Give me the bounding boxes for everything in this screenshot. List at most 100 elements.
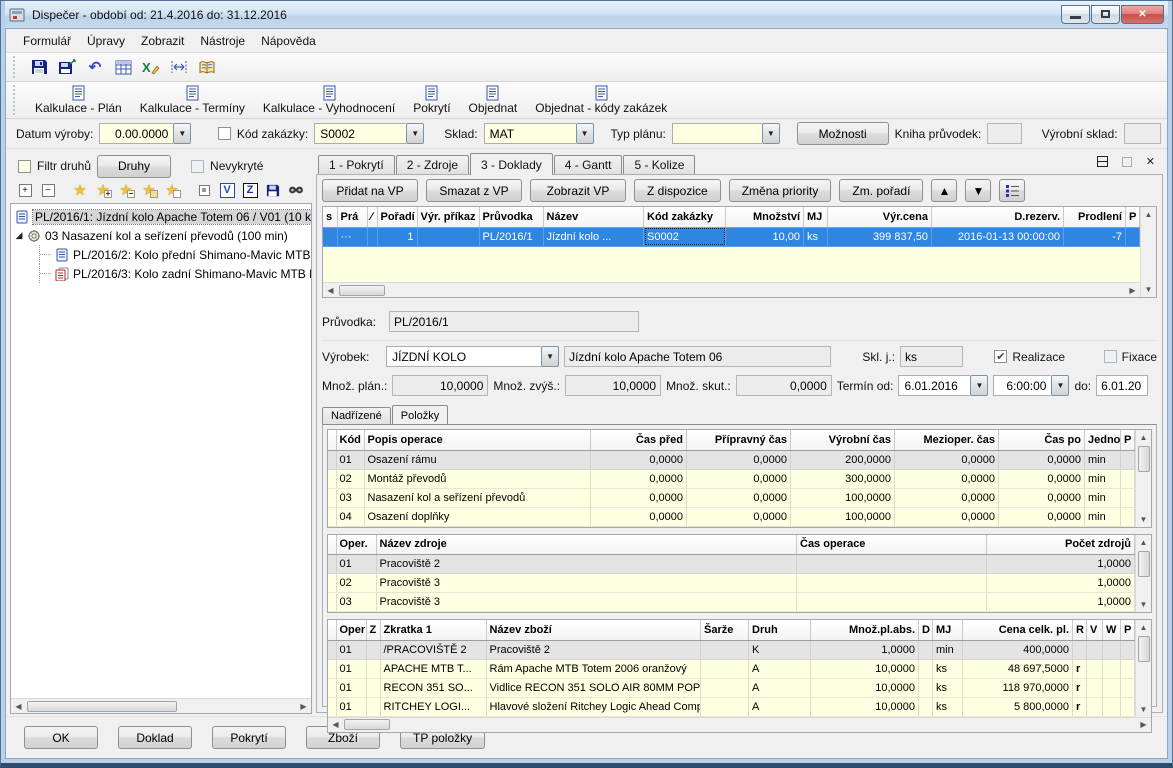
operations-vscroll[interactable]: ▲ ▼ (1135, 430, 1151, 527)
column-header[interactable]: Pořadí (377, 207, 417, 227)
vyrobek-name-field[interactable]: Jízdní kolo Apache Totem 06 (564, 346, 831, 367)
smazat-z-vp-button[interactable]: Smazat z VP (426, 179, 522, 202)
kniha-pruvodek-field[interactable] (987, 123, 1021, 144)
v-filter-icon[interactable]: V (218, 182, 236, 199)
column-header[interactable]: Výr.cena (828, 207, 932, 227)
scroll-right-icon[interactable]: ▶ (1136, 718, 1151, 732)
move-down-button[interactable]: ▼ (965, 179, 991, 202)
menu-zobrazit[interactable]: Zobrazit (134, 31, 191, 51)
zobrazit-vp-button[interactable]: Zobrazit VP (530, 179, 626, 202)
column-header[interactable]: Druh (749, 620, 811, 640)
druhy-button[interactable]: Druhy (97, 155, 171, 178)
column-header[interactable]: MJ (804, 207, 828, 227)
fixace-checkbox[interactable] (1104, 350, 1117, 363)
undo-icon[interactable]: ↶ (83, 56, 107, 78)
documents-grid-hscroll[interactable]: ◀ ▶ (323, 282, 1140, 297)
column-header[interactable]: Přípravný čas (687, 430, 791, 450)
kod-zakazky-checkbox[interactable] (218, 127, 231, 140)
moznosti-button[interactable]: Možnosti (797, 122, 889, 145)
vyrobek-code[interactable]: JÍZDNÍ KOLO (386, 346, 541, 367)
tree-item-operation-03[interactable]: ◢ 03 Nasazení kol a seřízení převodů (10… (13, 226, 309, 245)
menu-formular[interactable]: Formulář (16, 31, 78, 51)
scrollbar-thumb[interactable] (1138, 446, 1150, 472)
chevron-down-icon[interactable]: ▼ (173, 123, 191, 144)
save-as-icon[interactable] (55, 56, 79, 78)
list-button[interactable] (999, 179, 1025, 202)
tab-pokryti[interactable]: 1 - Pokrytí (318, 155, 395, 175)
scrollbar-thumb[interactable] (1138, 636, 1150, 662)
maximize-button[interactable] (1091, 5, 1120, 24)
column-header[interactable] (328, 430, 336, 450)
materials-vscroll[interactable]: ▲ ▼ (1135, 620, 1151, 717)
table-row[interactable]: 04Osazení doplňky0,00000,0000100,00000,0… (328, 507, 1135, 526)
column-header[interactable]: Mezioper. čas (895, 430, 999, 450)
table-row[interactable]: 01RITCHEY LOGI...Hlavové složení Ritchey… (328, 697, 1135, 716)
tab-doklady[interactable]: 3 - Doklady (470, 153, 553, 175)
scroll-left-icon[interactable]: ◀ (323, 283, 338, 297)
column-header[interactable]: Výrobní čas (791, 430, 895, 450)
table-row[interactable]: 03Nasazení kol a seřízení převodů0,00000… (328, 488, 1135, 507)
nevykryte-checkbox[interactable] (191, 160, 204, 173)
tab-gantt[interactable]: 4 - Gantt (554, 155, 623, 175)
column-header[interactable]: Průvodka (479, 207, 543, 227)
mnoz-zvys-field[interactable]: 10,0000 (565, 375, 661, 396)
panel-restore-icon[interactable] (1097, 156, 1108, 167)
tree-horizontal-scrollbar[interactable]: ◀ ▶ (11, 698, 311, 713)
pokryti-button[interactable]: Pokrytí (407, 83, 456, 117)
table-row[interactable]: ···1PL/2016/1Jízdní kolo ...S000210,00ks… (323, 227, 1140, 246)
column-header[interactable]: Název zdroje (376, 535, 797, 555)
skl-j-field[interactable]: ks (900, 346, 963, 367)
column-header[interactable]: Jedno (1085, 430, 1121, 450)
star-open-icon[interactable]: ★ (140, 182, 158, 199)
tree-item-pl-2016-2[interactable]: PL/2016/2: Kolo přední Shimano-Mavic MTB… (13, 245, 309, 264)
objednat-button[interactable]: Objednat (463, 83, 524, 117)
kalkulace-plan-button[interactable]: Kalkulace - Plán (29, 83, 128, 117)
column-header[interactable]: Název zboží (486, 620, 701, 640)
title-bar[interactable]: Dispečer - období od: 21.4.2016 do: 31.1… (5, 1, 1168, 28)
scroll-up-icon[interactable]: ▲ (1136, 620, 1151, 635)
termin-od-date-picker[interactable]: 6.01.2016 ▼ (898, 375, 988, 396)
scroll-up-icon[interactable]: ▲ (1136, 430, 1151, 445)
materials-hscroll[interactable]: ◀ ▶ (328, 717, 1151, 732)
scroll-left-icon[interactable]: ◀ (328, 718, 343, 732)
column-header[interactable]: Kód (336, 430, 364, 450)
column-header[interactable]: Oper (336, 620, 366, 640)
dot-icon[interactable] (195, 182, 213, 199)
collapse-all-icon[interactable]: − (39, 182, 57, 199)
table-row[interactable]: 02Montáž převodů0,00000,0000300,00000,00… (328, 469, 1135, 488)
pridat-na-vp-button[interactable]: Přidat na VP (322, 179, 418, 202)
pokryti-footer-button[interactable]: Pokrytí (212, 726, 286, 749)
column-header[interactable]: Cena celk. pl. (963, 620, 1073, 640)
column-header[interactable]: Prá (337, 207, 367, 227)
star-page-icon[interactable]: ★ (163, 182, 181, 199)
scroll-down-icon[interactable]: ▼ (1136, 512, 1151, 527)
table-row[interactable]: 01Pracoviště 21,0000 (328, 555, 1135, 574)
scroll-up-icon[interactable]: ▲ (1136, 535, 1151, 550)
chevron-down-icon[interactable]: ▼ (1051, 375, 1069, 396)
kalkulace-terminy-button[interactable]: Kalkulace - Termíny (134, 83, 251, 117)
tree-item-pl-2016-1[interactable]: PL/2016/1: Jízdní kolo Apache Totem 06 /… (13, 207, 309, 226)
column-header[interactable]: s (323, 207, 337, 227)
column-header[interactable]: Prodlení (1064, 207, 1126, 227)
scroll-down-icon[interactable]: ▼ (1141, 282, 1156, 297)
column-header[interactable]: P (1121, 430, 1135, 450)
column-header[interactable]: Zkratka 1 (380, 620, 486, 640)
star-add-icon[interactable]: ★+ (94, 182, 112, 199)
column-header[interactable]: Počet zdrojů (987, 535, 1135, 555)
scroll-down-icon[interactable]: ▼ (1136, 702, 1151, 717)
export-excel-icon[interactable]: X (139, 56, 163, 78)
tree-item-label[interactable]: PL/2016/2: Kolo přední Shimano-Mavic MTB… (73, 248, 311, 262)
chevron-down-icon[interactable]: ▼ (762, 123, 780, 144)
menu-nastroje[interactable]: Nástroje (193, 31, 252, 51)
objednat-kody-button[interactable]: Objednat - kódy zakázek (529, 83, 673, 117)
fit-width-icon[interactable] (167, 56, 191, 78)
vyrobek-combo[interactable]: JÍZDNÍ KOLO ▼ (386, 346, 559, 367)
column-header[interactable]: R (1073, 620, 1087, 640)
ok-button[interactable]: OK (24, 726, 98, 749)
chevron-down-icon[interactable]: ▼ (541, 346, 559, 367)
panel-close-icon[interactable]: ✕ (1146, 155, 1155, 168)
operations-table[interactable]: KódPopis operaceČas předPřípravný časVýr… (328, 430, 1135, 527)
book-icon[interactable] (195, 56, 219, 78)
tab-nadrizene[interactable]: Nadřízené (322, 407, 391, 425)
column-header[interactable]: MJ (933, 620, 963, 640)
